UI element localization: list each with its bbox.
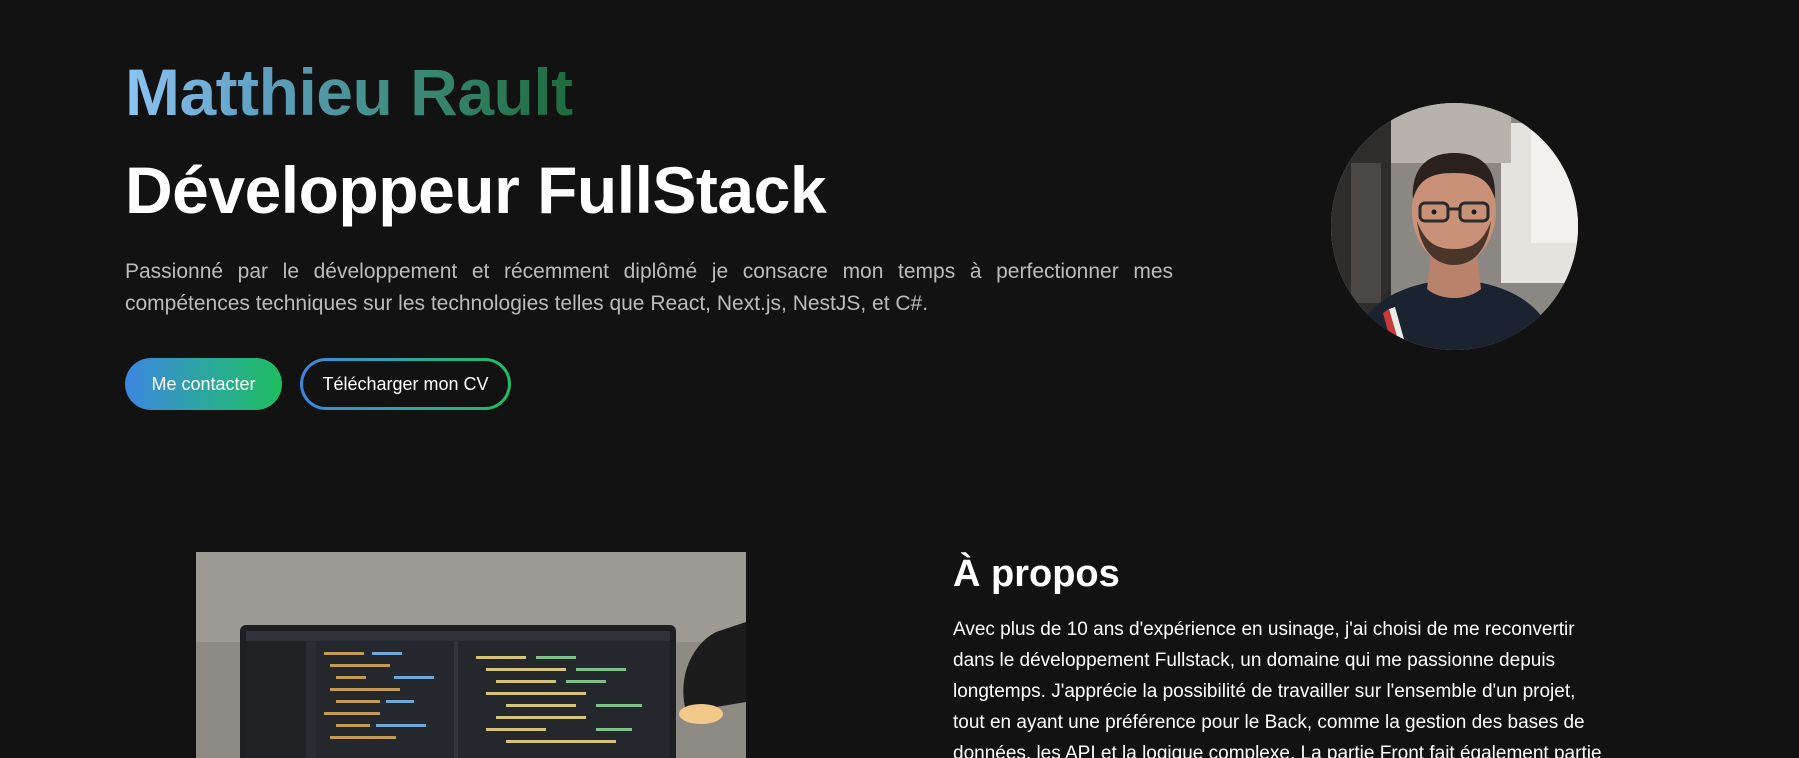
hero-name: Matthieu Rault — [125, 52, 573, 132]
download-cv-label: Télécharger mon CV — [303, 361, 508, 407]
about-laptop-image — [196, 552, 746, 758]
about-line: tout en ayant une préférence pour le Bac… — [953, 712, 1585, 733]
hero-title: Développeur FullStack — [125, 153, 827, 227]
about-line: Avec plus de 10 ans d'expérience en usin… — [953, 619, 1575, 640]
download-cv-button[interactable]: Télécharger mon CV — [300, 358, 511, 410]
hero-description: Passionné par le développement et récemm… — [125, 260, 1173, 315]
about-line: données, les API et la logique complexe.… — [953, 743, 1602, 758]
profile-portrait-illustration — [1331, 103, 1578, 350]
portfolio-page: Matthieu Rault Développeur FullStack Pas… — [0, 0, 1799, 758]
profile-photo — [1331, 103, 1578, 350]
contact-button[interactable]: Me contacter — [125, 358, 282, 410]
about-paragraph: Avec plus de 10 ans d'expérience en usin… — [953, 614, 1633, 758]
about-heading: À propos — [953, 553, 1120, 595]
about-line: dans le développement Fullstack, un doma… — [953, 650, 1556, 671]
about-line: longtemps. J'apprécie la possibilité de … — [953, 681, 1576, 702]
laptop-code-illustration — [196, 552, 746, 758]
